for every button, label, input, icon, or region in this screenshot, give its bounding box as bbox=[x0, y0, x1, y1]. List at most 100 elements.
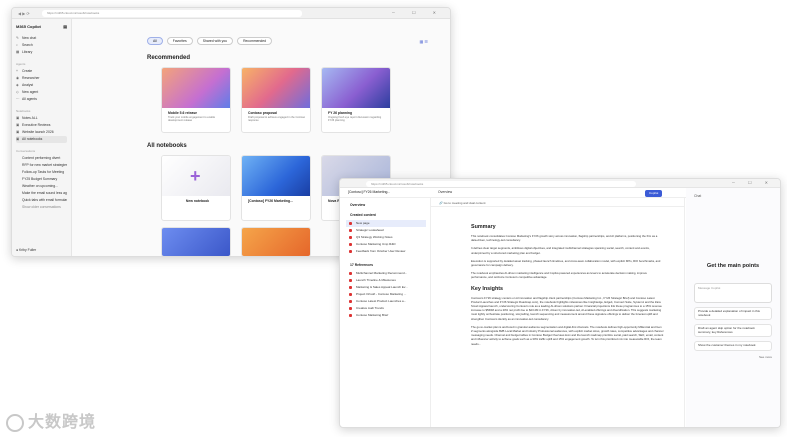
window-controls[interactable]: ─ ☐ ✕ bbox=[392, 10, 444, 15]
plus-icon: + bbox=[190, 166, 201, 186]
notebook-item-all[interactable]: ▣ All notebooks bbox=[16, 136, 67, 143]
summary-paragraph: This notebook consolidates Contoso Marke… bbox=[471, 234, 658, 243]
notebook-item[interactable]: ▣ Notes ALL bbox=[16, 115, 67, 122]
browser-chrome: ◀ ▶ ⟳ https://m365.cloud.microsoft/noteb… bbox=[12, 8, 450, 19]
file-icon bbox=[349, 286, 352, 289]
reference-item[interactable]: Creative Audi Trends bbox=[346, 305, 426, 312]
notebook-card[interactable]: Mobile 5.6 release Track your mobile eng… bbox=[161, 67, 231, 133]
grid-view-icon[interactable]: ▦ bbox=[420, 39, 424, 44]
more-icon: ⋯ bbox=[16, 97, 20, 101]
conversation-item[interactable]: RFP for new market strategies and... bbox=[16, 162, 67, 169]
card-title: FY 26 planning bbox=[328, 111, 353, 115]
breadcrumb[interactable]: [Contoso] FY26 Marketing... bbox=[348, 190, 390, 194]
nav-new-chat[interactable]: ✎ New chat bbox=[16, 35, 67, 42]
user-profile[interactable]: ● Kriby Fuller bbox=[16, 248, 36, 252]
copilot-button[interactable]: Copilot bbox=[645, 189, 663, 197]
overview-header[interactable]: Overview bbox=[350, 203, 365, 207]
chat-header: Chat bbox=[694, 194, 702, 198]
all-notebooks-title: All notebooks bbox=[147, 143, 187, 149]
conversation-item[interactable]: Content performing divert bbox=[16, 155, 67, 162]
card-title: Mobile 5.6 release bbox=[168, 111, 198, 115]
chat-title: Get the main points bbox=[706, 263, 760, 269]
references-header: 17 References bbox=[350, 263, 373, 267]
recommended-title: Recommended bbox=[147, 55, 191, 61]
notebook-card[interactable]: Contoso proposal Draft proposal to achie… bbox=[241, 67, 311, 133]
reference-item[interactable]: Multichannel Marketing Recommend... bbox=[346, 270, 426, 277]
conversation-item[interactable]: Make the email sound less aggress... bbox=[16, 190, 67, 197]
address-bar[interactable]: https://m365.cloud.microsoft/notebooks bbox=[366, 180, 636, 187]
avatar: ● bbox=[16, 248, 19, 252]
nav-library[interactable]: ▦ Library bbox=[16, 49, 67, 56]
summary-paragraph: Execution is supported by detailed asset… bbox=[471, 258, 661, 268]
content-item[interactable]: New page bbox=[346, 220, 426, 227]
conversation-item[interactable]: Quick tabs with email formulas bbox=[16, 197, 67, 204]
page-icon bbox=[349, 236, 352, 239]
agent-new[interactable]: ◇ New agent bbox=[16, 89, 67, 96]
window-controls[interactable]: ─ ☐ ✕ bbox=[732, 180, 774, 185]
content-item[interactable]: Contoso Marketing Ump R&D bbox=[346, 241, 426, 248]
reference-item[interactable]: Contoso Marketing Brief bbox=[346, 312, 426, 319]
content-item[interactable]: Q3 Strategy Working Notes bbox=[346, 234, 426, 241]
suggestion-chip[interactable]: Draft an agent skip option for the noteb… bbox=[694, 324, 772, 338]
reference-item[interactable]: Contoso Latest Product Launches a... bbox=[346, 298, 426, 305]
notebook-icon: ▣ bbox=[16, 137, 20, 141]
notebook-item[interactable]: ▣ Executive Reviews bbox=[16, 122, 67, 129]
created-content-header: Created content bbox=[350, 213, 376, 217]
nav-search[interactable]: ⌕ Search bbox=[16, 42, 67, 49]
notebook-icon: ▣ bbox=[16, 130, 20, 134]
see-more-link[interactable]: See more bbox=[694, 355, 772, 359]
new-notebook-card[interactable]: + New notebook bbox=[161, 155, 231, 221]
card-thumbnail bbox=[242, 228, 310, 256]
conversation-item[interactable]: Weather on upcoming... bbox=[16, 183, 67, 190]
conversation-item[interactable]: Follow-up Tasks for Meeting bbox=[16, 169, 67, 176]
card-thumbnail: + bbox=[162, 156, 230, 196]
agent-create[interactable]: + Create bbox=[16, 68, 67, 75]
notebook-card[interactable]: FY 26 planning Ongoing fresh eye report … bbox=[321, 67, 391, 133]
document-pane: 🔗 Go to meeting and dual content Summary… bbox=[430, 198, 685, 427]
notebook-detail-window: https://m365.cloud.microsoft/notebooks ─… bbox=[339, 178, 781, 428]
reference-item[interactable]: Marketing & Sales Appeal Launch Ev... bbox=[346, 284, 426, 291]
notebook-item[interactable]: ▣ Website launch 2026 bbox=[16, 129, 67, 136]
reference-item[interactable]: Project Ortsoft - Contoso Marketing ... bbox=[346, 291, 426, 298]
card-description: Ongoing fresh eye report discussion rega… bbox=[328, 116, 382, 123]
suggestion-chip[interactable]: Show the customer themes in my notebook bbox=[694, 341, 772, 352]
sidebar: M365 Copilot ▤ ✎ New chat ⌕ Search ▦ Librar… bbox=[12, 19, 72, 256]
content-item[interactable]: Strategic Lookahead bbox=[346, 227, 426, 234]
show-older-link[interactable]: Show older conversations bbox=[16, 204, 67, 211]
filter-tabs: All Favorites Shared with you Recommende… bbox=[147, 37, 430, 45]
reference-item[interactable]: Launch Timeline & Milestones bbox=[346, 277, 426, 284]
card-description: Draft proposal to achieve engaged in the… bbox=[248, 116, 306, 123]
notebook-sidebar: Overview Created content New page Strate… bbox=[346, 203, 426, 427]
view-toggle[interactable]: ▦ ☰ bbox=[420, 39, 429, 44]
suggestion-chip[interactable]: Provide a detailed explanation of impact… bbox=[694, 307, 772, 321]
filter-all[interactable]: All bbox=[147, 37, 163, 45]
file-icon bbox=[349, 279, 352, 282]
agent-analyst[interactable]: ◈ Analyst bbox=[16, 82, 67, 89]
file-icon bbox=[349, 300, 352, 303]
filter-recommended[interactable]: Recommended bbox=[237, 37, 273, 45]
conversation-item[interactable]: FY25 Budget Summary bbox=[16, 176, 67, 183]
agent-all[interactable]: ⋯ All agents bbox=[16, 96, 67, 103]
address-bar[interactable]: https://m365.cloud.microsoft/notebooks bbox=[42, 10, 302, 17]
notebook-card[interactable] bbox=[241, 227, 311, 256]
browser-chrome: https://m365.cloud.microsoft/notebooks ─… bbox=[340, 179, 780, 188]
conversations-header: Conversations bbox=[16, 149, 36, 153]
page-icon bbox=[349, 222, 352, 225]
insight-paragraph: The go-to-market plan is anchored in gra… bbox=[471, 324, 664, 346]
filter-favorites[interactable]: Favorites bbox=[166, 37, 193, 45]
list-view-icon[interactable]: ☰ bbox=[424, 39, 428, 44]
notebook-card[interactable]: [Contoso] FY26 Marketing... bbox=[241, 155, 311, 221]
notebooks-header: Notebooks bbox=[16, 109, 31, 113]
chat-input[interactable]: Message Copilot bbox=[694, 283, 772, 303]
sidebar-collapse-icon[interactable]: ▤ bbox=[63, 24, 67, 29]
content-item[interactable]: Feedback from October User Review bbox=[346, 248, 426, 255]
back-forward-icon[interactable]: ◀ ▶ ⟳ bbox=[18, 11, 30, 16]
filter-shared[interactable]: Shared with you bbox=[196, 37, 234, 45]
file-icon bbox=[349, 293, 352, 296]
watermark: 大数跨境 bbox=[6, 408, 96, 432]
agent-researcher[interactable]: ◉ Researcher bbox=[16, 75, 67, 82]
notebook-card[interactable] bbox=[161, 227, 231, 256]
link-bar[interactable]: 🔗 Go to meeting and dual content bbox=[431, 200, 684, 207]
app-header: M365 Copilot ▤ bbox=[16, 24, 67, 29]
analyst-icon: ◈ bbox=[16, 83, 19, 87]
